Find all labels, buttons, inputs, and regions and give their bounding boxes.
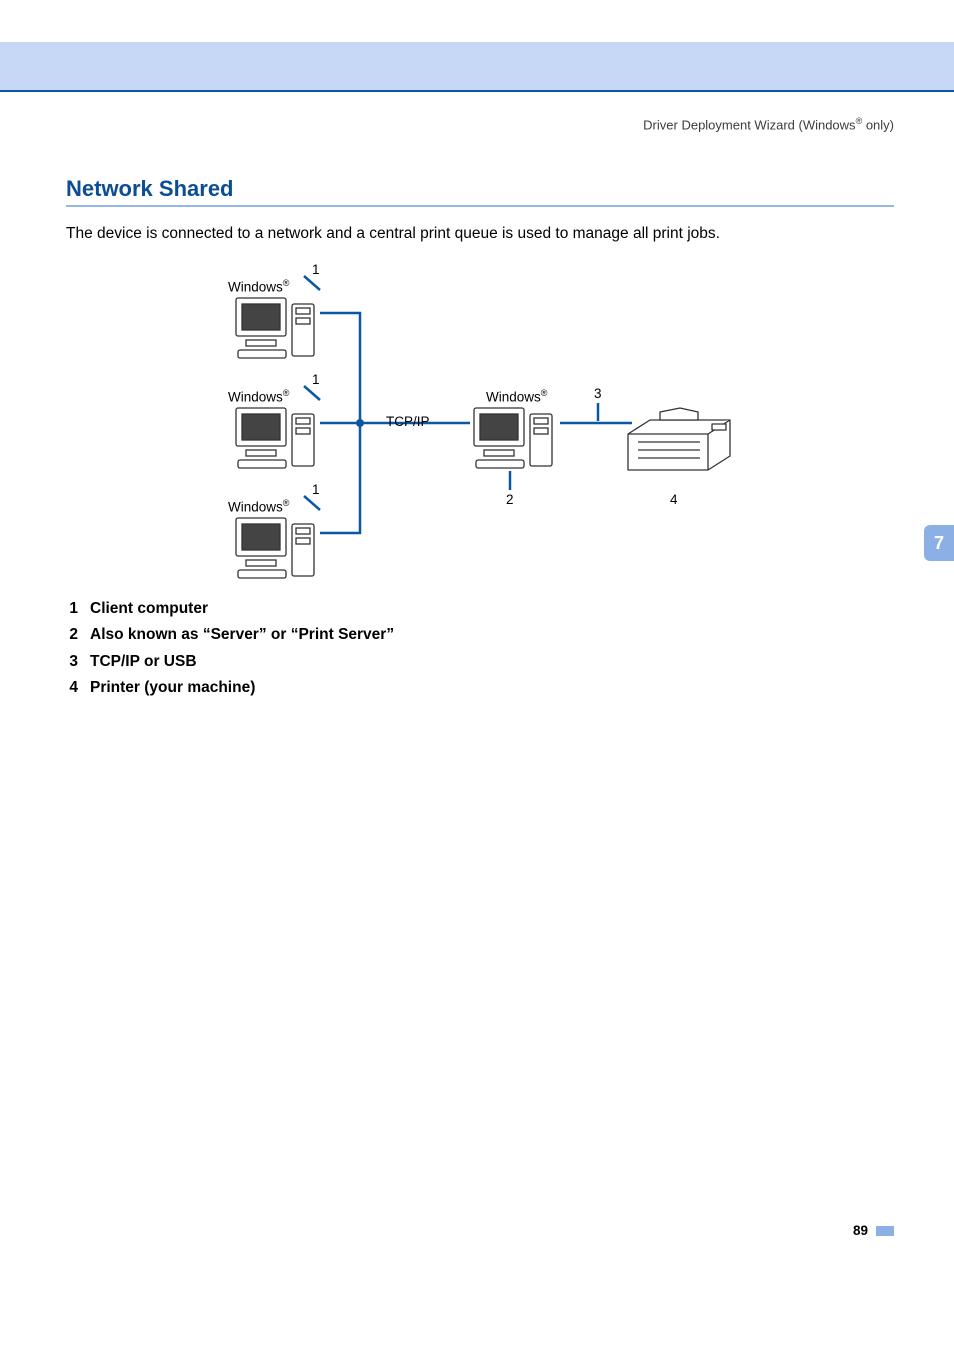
blue-band xyxy=(0,42,954,90)
client3-callout: 1 xyxy=(312,482,320,497)
legend-row-4: 4Printer (your machine) xyxy=(66,675,394,701)
client1-icon xyxy=(232,294,322,364)
network-diagram: Windows® 1 Windows® 1 Windows® 1 TCP/IP … xyxy=(210,258,742,584)
section-underline xyxy=(66,205,894,207)
server-callout: 2 xyxy=(506,492,514,507)
page: Driver Deployment Wizard (Windows® only)… xyxy=(0,0,954,1350)
page-number-value: 89 xyxy=(853,1223,868,1238)
header-pre: Driver Deployment Wizard (Windows xyxy=(643,117,855,132)
running-header: Driver Deployment Wizard (Windows® only) xyxy=(643,116,894,132)
client2-os-label: Windows® xyxy=(228,388,289,405)
client2-callout: 1 xyxy=(312,372,320,387)
blue-rule xyxy=(0,90,954,92)
link-callout: 3 xyxy=(594,386,602,401)
top-band xyxy=(0,0,954,42)
header-post: only) xyxy=(862,117,894,132)
legend-row-3: 3TCP/IP or USB xyxy=(66,649,394,675)
client1-callout: 1 xyxy=(312,262,320,277)
client2-icon xyxy=(232,404,322,474)
server-icon xyxy=(470,404,560,474)
printer-callout: 4 xyxy=(670,492,678,507)
intro-paragraph: The device is connected to a network and… xyxy=(66,222,894,245)
legend-row-1: 1Client computer xyxy=(66,596,394,622)
client3-icon xyxy=(232,514,322,584)
client3-os-label: Windows® xyxy=(228,498,289,515)
diagram-legend: 1Client computer 2Also known as “Server”… xyxy=(66,596,394,701)
client1-os-label: Windows® xyxy=(228,278,289,295)
printer-icon xyxy=(620,398,740,478)
tcpip-label: TCP/IP xyxy=(386,414,430,429)
chapter-tab: 7 xyxy=(924,525,954,561)
section-title: Network Shared xyxy=(66,176,234,202)
page-number-mark xyxy=(876,1226,894,1236)
server-os-label: Windows® xyxy=(486,388,547,405)
page-number: 89 xyxy=(853,1223,894,1238)
legend-row-2: 2Also known as “Server” or “Print Server… xyxy=(66,622,394,648)
